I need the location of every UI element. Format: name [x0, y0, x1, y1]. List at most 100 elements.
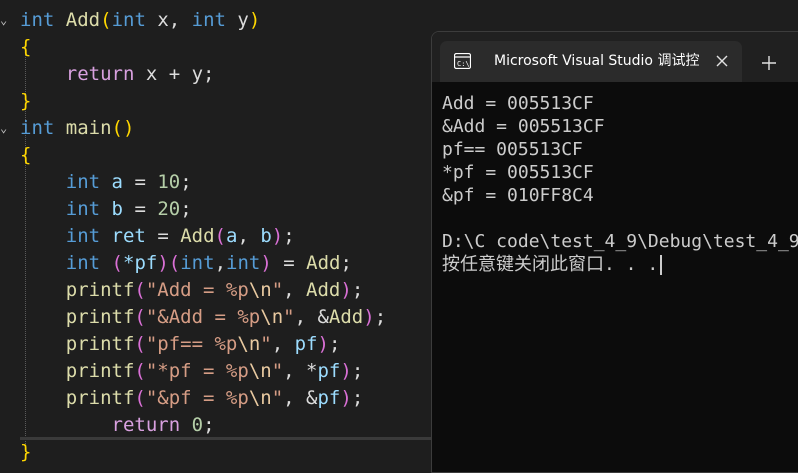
code-token: int: [65, 171, 101, 193]
text-cursor: [660, 255, 663, 275]
debug-console-window[interactable]: C:\ Microsoft Visual Studio 调试控 Add = 00…: [431, 31, 798, 473]
output-line: Add = 005513CF: [442, 93, 594, 114]
plus-icon[interactable]: [760, 54, 778, 72]
code-line[interactable]: return x + y;: [20, 61, 215, 88]
output-line: D:\C code\test_4_9\Debug\test_4_9.exe: [442, 231, 798, 252]
press-key-prompt: 按任意键关闭此窗口. . .: [442, 254, 659, 275]
code-token: (: [111, 252, 123, 274]
code-token: (: [100, 9, 112, 31]
fold-arrow-icon[interactable]: ⌄: [0, 115, 8, 142]
code-line[interactable]: }: [20, 439, 31, 466]
code-token: *pf: [123, 252, 158, 274]
code-token: Add: [65, 9, 101, 31]
code-token: Add: [328, 306, 364, 328]
code-line[interactable]: int Add(int x, int y): [20, 7, 260, 34]
code-token: int: [191, 9, 226, 31]
code-token: (: [134, 360, 146, 382]
code-line[interactable]: printf("Add = %p\n", Add);: [20, 277, 364, 304]
terminal-output[interactable]: Add = 005513CF &Add = 005513CF pf== 0055…: [442, 92, 798, 276]
terminal-tab-bar: C:\ Microsoft Visual Studio 调试控: [432, 32, 798, 82]
code-token: =: [145, 225, 181, 247]
code-token: (: [134, 279, 146, 301]
code-line[interactable]: int (*pf)(int,int) = Add;: [20, 250, 352, 277]
code-token: ): [340, 360, 352, 382]
code-line[interactable]: int ret = Add(a, b);: [20, 223, 295, 250]
fold-arrow-icon[interactable]: ⌄: [0, 7, 8, 34]
code-token: printf: [65, 360, 135, 382]
code-token: int: [20, 117, 55, 139]
code-token: ;: [328, 333, 341, 355]
code-line[interactable]: printf("&pf = %p\n", &pf);: [20, 385, 364, 412]
code-token: ;: [340, 252, 352, 274]
code-token: (: [134, 333, 146, 355]
code-line[interactable]: printf("*pf = %p\n", *pf);: [20, 358, 364, 385]
current-line-highlight: [20, 437, 432, 440]
code-token: int: [65, 225, 101, 247]
code-line[interactable]: printf("&Add = %p\n", &Add);: [20, 304, 386, 331]
code-token: }: [20, 90, 32, 112]
code-token: (: [214, 225, 226, 247]
svg-text:C:\: C:\: [457, 60, 470, 68]
output-line-prompt: 按任意键关闭此窗口. . .: [442, 253, 798, 276]
code-token: "&Add = %p: [145, 306, 261, 328]
code-token: ,: [283, 279, 307, 301]
code-line[interactable]: {: [20, 34, 31, 61]
code-token: 0: [191, 414, 204, 436]
code-line[interactable]: int main(): [20, 115, 134, 142]
code-token: {: [20, 36, 32, 58]
code-line[interactable]: }: [20, 88, 31, 115]
code-token: (: [134, 387, 146, 409]
code-line[interactable]: {: [20, 142, 31, 169]
output-line: &Add = 005513CF: [442, 116, 605, 137]
code-token: (): [111, 117, 135, 139]
code-token: ": [271, 387, 284, 409]
code-token: int: [65, 252, 101, 274]
tab-title: Microsoft Visual Studio 调试控: [494, 53, 700, 69]
code-token: ): [340, 387, 352, 409]
code-token: Add: [306, 279, 341, 301]
output-line: *pf = 005513CF: [442, 162, 594, 183]
terminal-tab[interactable]: C:\ Microsoft Visual Studio 调试控: [440, 41, 742, 82]
code-token: \n: [260, 306, 284, 328]
code-token: ;: [351, 387, 364, 409]
code-line[interactable]: return 0;: [20, 412, 215, 439]
code-token: int: [20, 9, 55, 31]
code-token: ): [363, 306, 375, 328]
code-line[interactable]: int b = 20;: [20, 196, 192, 223]
code-token: Add: [180, 225, 215, 247]
code-token: x,: [145, 9, 192, 31]
code-token: return: [111, 414, 181, 436]
code-token: ": [271, 279, 284, 301]
close-icon[interactable]: [715, 54, 729, 68]
code-token: ;: [180, 198, 192, 220]
code-token: "Add = %p: [145, 279, 249, 301]
code-token: "&pf = %p: [145, 387, 249, 409]
code-token: \n: [248, 279, 272, 301]
code-line[interactable]: printf("pf== %p\n", pf);: [20, 331, 341, 358]
code-token: ;: [374, 306, 387, 328]
code-token: x + y;: [134, 63, 215, 85]
code-token: ;: [180, 171, 192, 193]
code-token: (: [168, 252, 181, 274]
code-token: int: [226, 252, 261, 274]
code-token: printf: [65, 387, 135, 409]
code-token: ): [317, 333, 329, 355]
code-token: \n: [248, 387, 272, 409]
code-token: ): [260, 252, 272, 274]
code-line[interactable]: int a = 10;: [20, 169, 192, 196]
code-token: ,: [271, 333, 295, 355]
code-token: , &: [283, 387, 318, 409]
code-token: ": [260, 333, 272, 355]
